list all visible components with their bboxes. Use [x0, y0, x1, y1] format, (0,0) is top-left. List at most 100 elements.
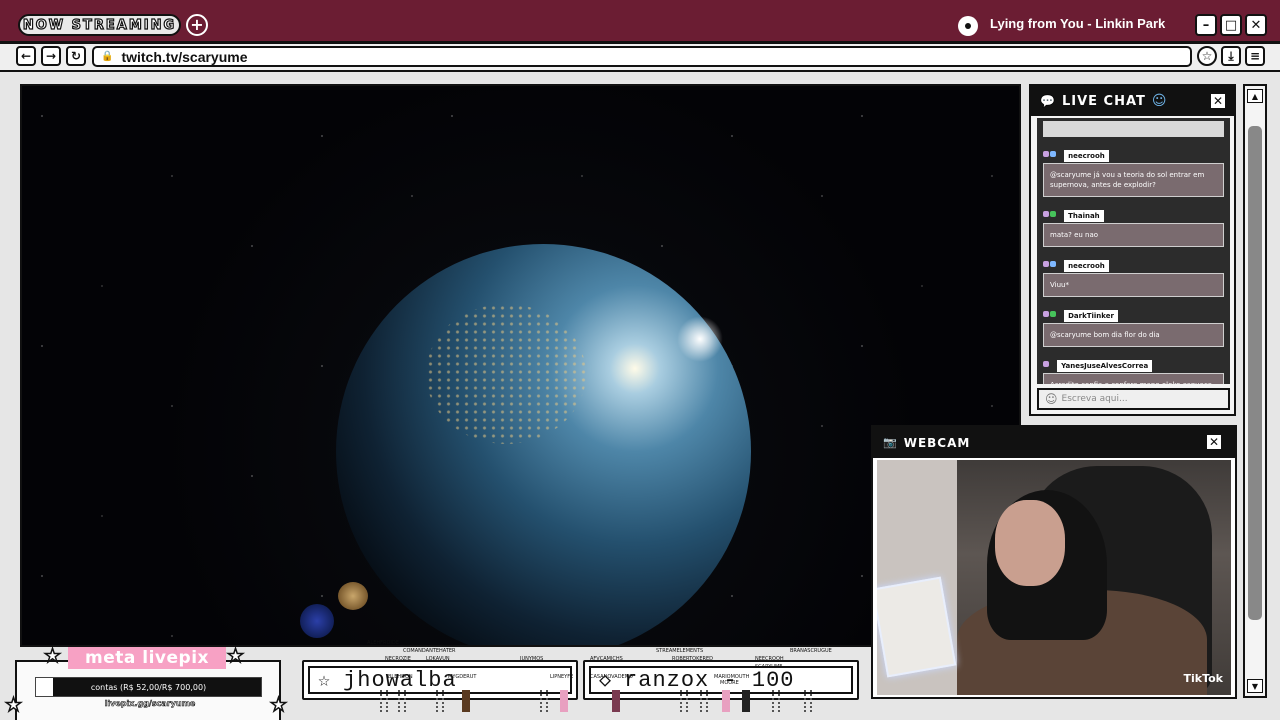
lens-flare-gold [338, 582, 368, 610]
chatter-name: AFVCAMICHS [590, 656, 623, 662]
skeleton-character [680, 690, 688, 712]
badge-icon [1050, 150, 1056, 157]
live-chat-panel: 💬 LIVE CHAT ☺ ✕ neecrooh @scaryume já vo… [1029, 84, 1236, 416]
chat-username[interactable]: neecrooh [1064, 260, 1109, 272]
chatter-name: BLEHDON [388, 674, 413, 680]
minimize-button[interactable]: – [1195, 14, 1217, 36]
chatter-name: LIPNEYFE [550, 674, 574, 680]
badge-icon [1043, 260, 1049, 267]
skeleton-character [540, 690, 548, 712]
back-button[interactable]: ← [16, 46, 36, 66]
star-icon: ★ [269, 694, 288, 716]
smiley-icon[interactable]: ☺ [1045, 392, 1058, 406]
chat-header: 💬 LIVE CHAT ☺ [1031, 86, 1234, 116]
skeleton-character [700, 690, 708, 712]
star-icon: ★ [43, 645, 62, 667]
scroll-up-arrow-icon[interactable]: ▲ [1247, 89, 1263, 103]
chatter-name: MYGDERUT [448, 674, 477, 680]
scroll-down-arrow-icon[interactable]: ▼ [1247, 679, 1263, 693]
earth-image [336, 244, 751, 645]
character-sprite [722, 690, 730, 712]
reload-button[interactable]: ↻ [66, 46, 86, 66]
chat-text: mata? eu nao [1043, 223, 1224, 247]
badge-icon [1043, 150, 1049, 157]
chat-message: YanesJuseAlvesCorrea Acredito confia e c… [1043, 353, 1224, 384]
forward-button[interactable]: → [41, 46, 61, 66]
chat-message: DarkTiinker @scaryume bom dia flor do di… [1043, 303, 1224, 347]
livepix-url: livepix.gg/scaryume [104, 699, 196, 709]
badge-icon [1043, 310, 1049, 317]
chat-message: neecrooh Viuu* [1043, 253, 1224, 297]
badge-icon [1050, 210, 1056, 217]
webcam-header: 📷 WEBCAM [873, 427, 1235, 458]
badge-icon [1043, 360, 1049, 367]
chat-text: @scaryume já vou a teoria do sol entrar … [1043, 163, 1224, 197]
webcam-feed: TikTok [877, 460, 1231, 695]
character-sprite [462, 690, 470, 712]
webcam-title: WEBCAM [903, 435, 971, 450]
camera-icon: 📷 [883, 436, 898, 449]
chatter-name: CASANOVADEMO [590, 674, 633, 680]
chat-message: Thainah mata? eu nao [1043, 203, 1224, 247]
webcam-panel: 📷 WEBCAM ✕ TikTok [871, 425, 1237, 699]
url-text: twitch.tv/scaryume [121, 48, 248, 65]
chat-text: Acredito confia e confere mano oloko esq… [1043, 373, 1224, 384]
close-window-button[interactable]: ✕ [1245, 14, 1267, 36]
chatter-name: COMANDANTEHATER [403, 648, 456, 654]
chat-username[interactable]: YanesJuseAlvesCorrea [1057, 360, 1153, 372]
chatter-name: BRANASCRUGUE [790, 648, 832, 654]
add-tab-button[interactable]: + [186, 14, 208, 36]
skeleton-character [804, 690, 812, 712]
character-sprite [612, 690, 620, 712]
now-playing-text: Lying from You - Linkin Park [990, 16, 1166, 31]
now-streaming-badge: NOW STREAMING [18, 14, 181, 36]
chat-message: neecrooh @scaryume já vou a teoria do so… [1043, 143, 1224, 197]
streamer-face [995, 500, 1065, 586]
chatter-name: SCARYUME [755, 664, 783, 670]
badge-icon [1043, 210, 1049, 217]
chatter-name: STREAMELEMENTS [656, 648, 704, 654]
city-lights [426, 304, 586, 444]
url-field[interactable]: 🔒 twitch.tv/scaryume [92, 46, 1192, 67]
chat-input[interactable]: ☺ Escreva aqui... [1037, 388, 1230, 410]
chatter-name: NEECROOH [755, 656, 784, 662]
chat-username[interactable]: Thainah [1064, 210, 1104, 222]
badge-icon [1050, 310, 1056, 317]
sun-flare [677, 316, 723, 362]
livepix-progress-text: contas (R$ 52,00/R$ 700,00) [90, 682, 207, 692]
webcam-close-button[interactable]: ✕ [1205, 433, 1223, 451]
download-icon[interactable]: ⤓ [1221, 46, 1241, 66]
skeleton-character [380, 690, 388, 712]
skeleton-character [398, 690, 406, 712]
skeleton-character [436, 690, 444, 712]
chat-top-bar [1043, 121, 1224, 137]
pixel-character-icon: ☺ [1151, 93, 1168, 109]
chat-text: @scaryume bom dia flor do dia [1043, 323, 1224, 347]
chatter-name: ROBERTOKERED [672, 656, 714, 662]
page-scrollbar[interactable]: ▲ ▼ [1243, 84, 1267, 698]
livepix-goal-title: meta livepix [68, 647, 226, 669]
scrollbar-thumb[interactable] [1248, 126, 1262, 620]
character-sprite [742, 690, 750, 712]
chat-input-placeholder: Escreva aqui... [1061, 394, 1128, 404]
skeleton-character [772, 690, 780, 712]
lens-flare-blue [300, 604, 334, 638]
chatter-name: LOKAVUN [426, 656, 450, 662]
maximize-button[interactable]: □ [1220, 14, 1242, 36]
character-sprite [560, 690, 568, 712]
tiktok-watermark: TikTok [1183, 672, 1223, 685]
chat-text: Viuu* [1043, 273, 1224, 297]
chat-username[interactable]: DarkTiinker [1064, 310, 1118, 322]
menu-icon[interactable]: ≡ [1245, 46, 1265, 66]
chat-close-button[interactable]: ✕ [1209, 92, 1227, 110]
bookmark-star-icon[interactable]: ☆ [1197, 46, 1217, 66]
window-title-bar: NOW STREAMING + Lying from You - Linkin … [0, 0, 1280, 44]
chat-bubble-icon: 💬 [1040, 94, 1056, 108]
chat-username[interactable]: neecrooh [1064, 150, 1109, 162]
music-disc-icon [958, 16, 978, 36]
chatter-name: ALEHFROIDE [367, 640, 399, 646]
chatter-name: NECROZJE [385, 656, 411, 662]
badge-icon [1050, 260, 1056, 267]
chatter-name: MOORE [720, 680, 739, 686]
lock-icon: 🔒 [101, 51, 114, 62]
